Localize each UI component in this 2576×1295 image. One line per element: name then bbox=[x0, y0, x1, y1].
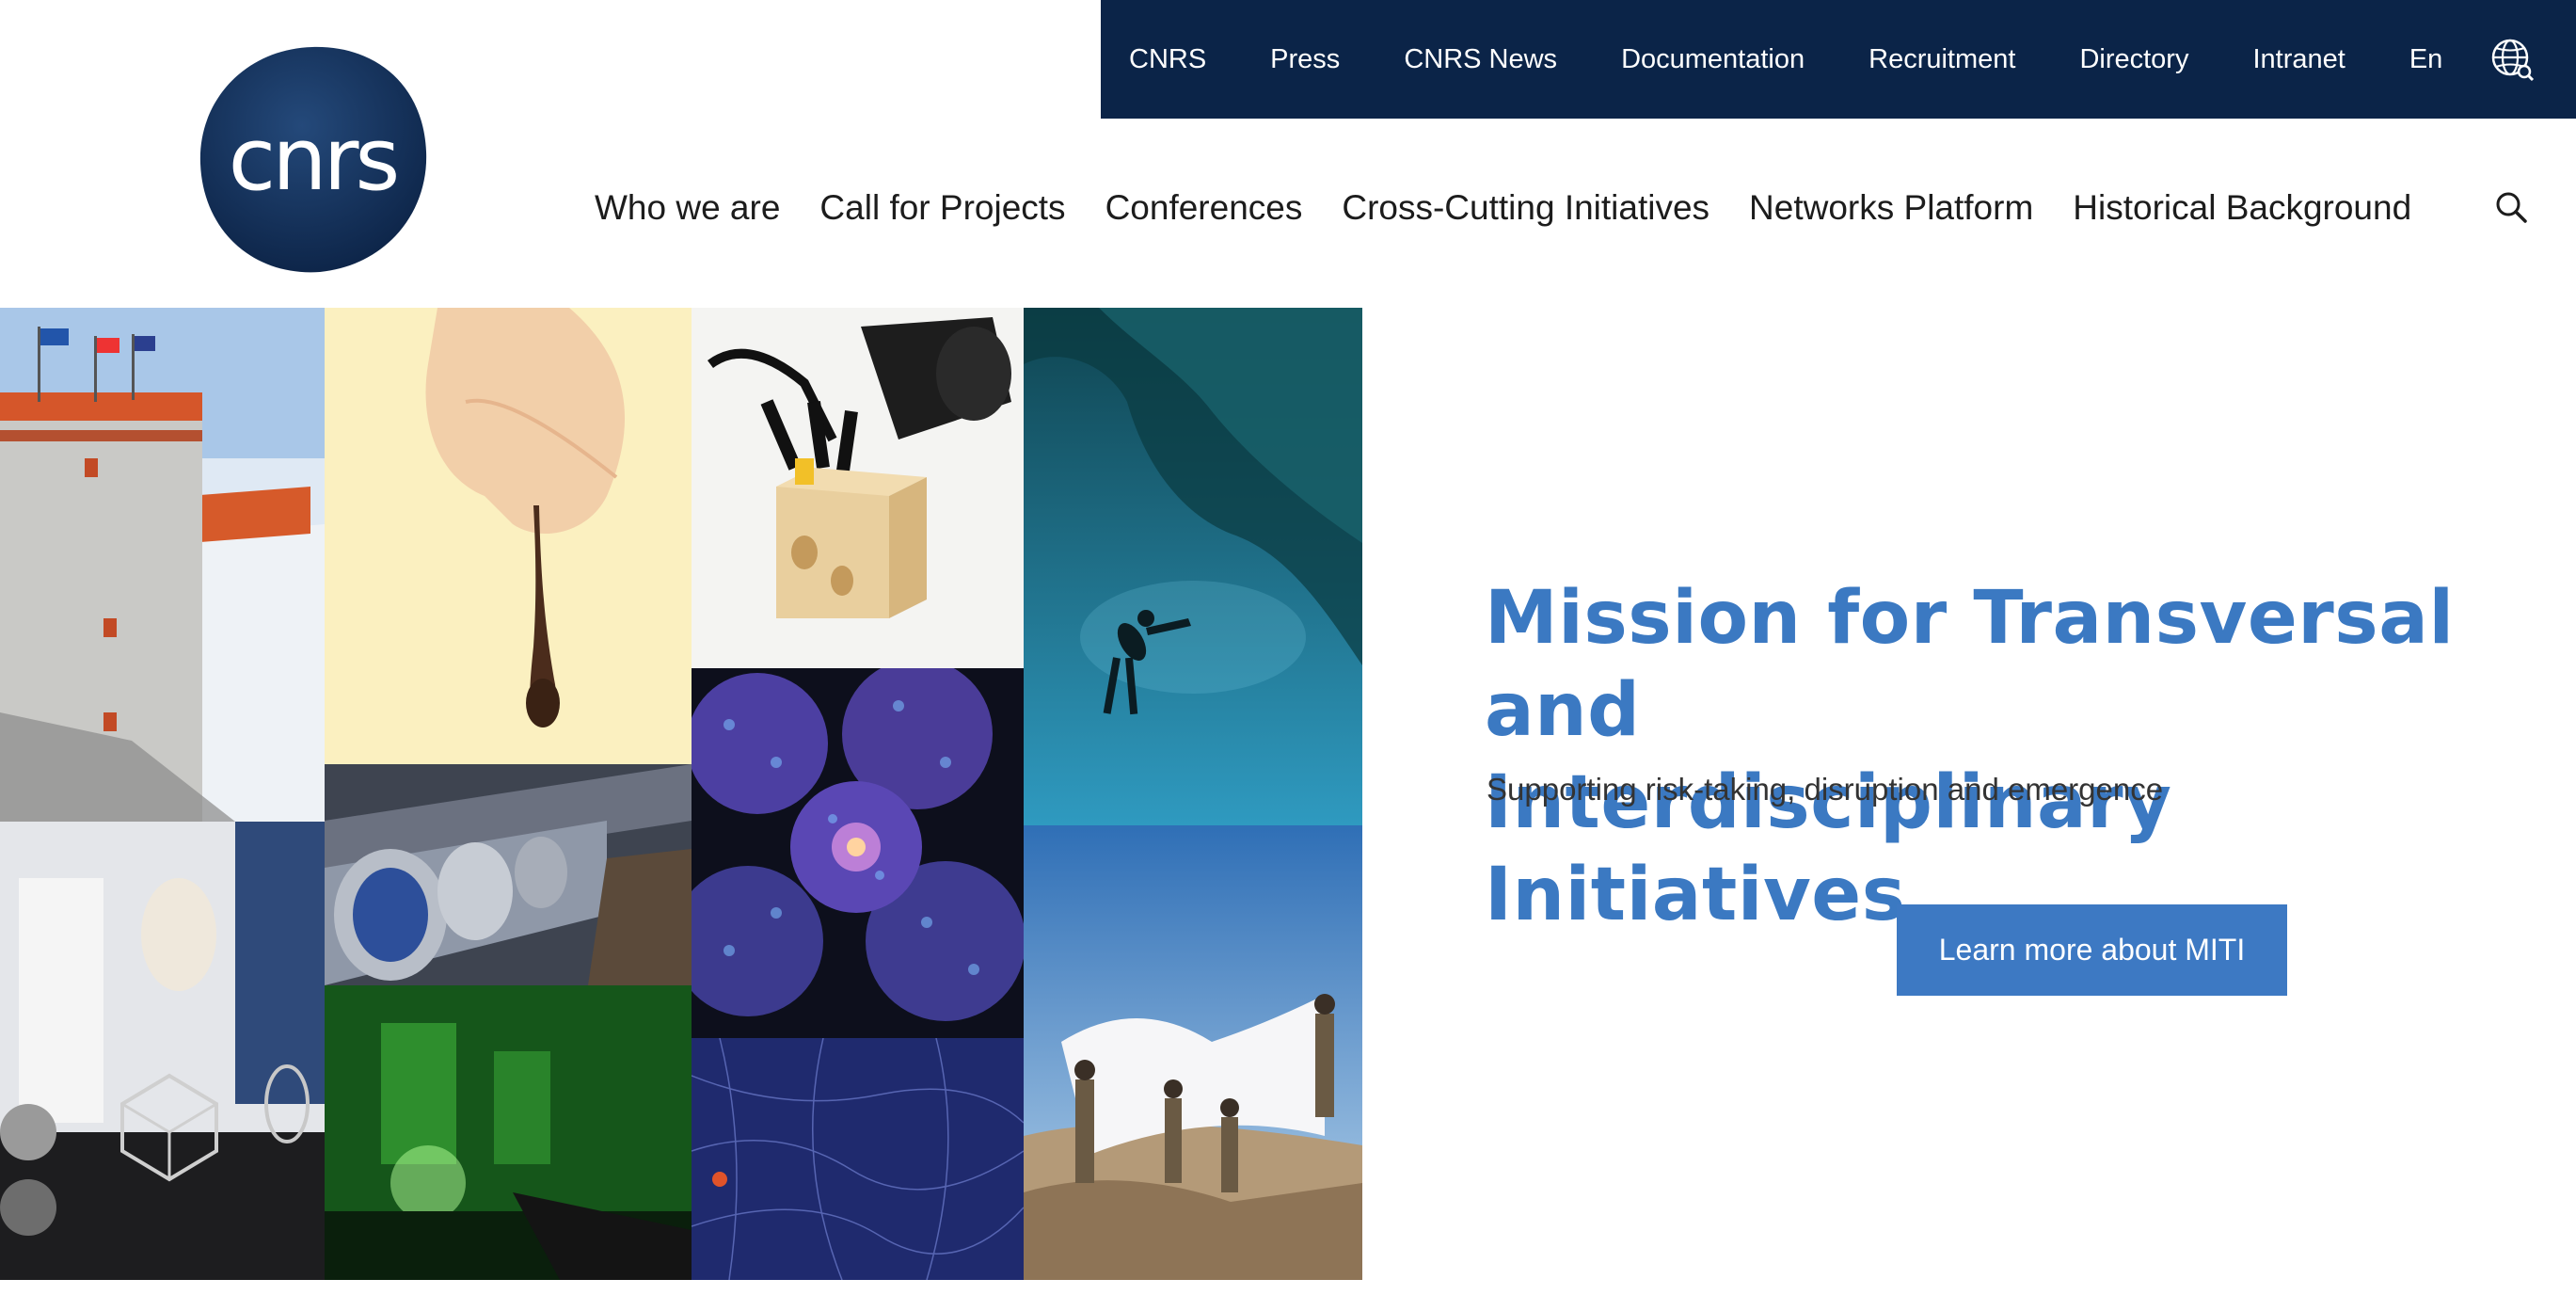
topbar-link-directory[interactable]: Directory bbox=[2079, 44, 2188, 75]
archaeology-team-photo bbox=[1024, 825, 1362, 1280]
topbar-link-cnrs[interactable]: CNRS bbox=[1129, 44, 1206, 75]
nav-conferences[interactable]: Conferences bbox=[1105, 188, 1303, 228]
topbar-link-language[interactable]: En bbox=[2409, 44, 2442, 75]
hero-title: Mission for Transversal and Interdiscipl… bbox=[1485, 572, 2538, 941]
antarctic-station-photo bbox=[0, 308, 325, 822]
topbar-link-recruitment[interactable]: Recruitment bbox=[1868, 44, 2015, 75]
neural-network-photo bbox=[692, 1038, 1024, 1280]
ice-diver-photo bbox=[1024, 308, 1362, 825]
learn-more-button[interactable]: Learn more about MITI bbox=[1897, 904, 2287, 996]
main-nav: Who we are Call for Projects Conferences… bbox=[595, 184, 2411, 232]
robot-hand-photo bbox=[692, 308, 1024, 668]
nav-call-for-projects[interactable]: Call for Projects bbox=[819, 188, 1065, 228]
cnrs-logo[interactable]: cnrs bbox=[198, 43, 428, 274]
green-laser-lab-photo bbox=[325, 985, 692, 1280]
top-utility-bar: CNRS Press CNRS News Documentation Recru… bbox=[1101, 0, 2576, 119]
logo-text: cnrs bbox=[229, 109, 397, 210]
hero-subtitle: Supporting risk-taking, disruption and e… bbox=[1487, 772, 2164, 807]
nav-historical-background[interactable]: Historical Background bbox=[2073, 188, 2411, 228]
topbar-link-press[interactable]: Press bbox=[1270, 44, 1340, 75]
topbar-link-documentation[interactable]: Documentation bbox=[1621, 44, 1805, 75]
globe-icon[interactable] bbox=[2489, 37, 2535, 82]
page: CNRS Press CNRS News Documentation Recru… bbox=[0, 0, 2576, 1295]
nav-who-we-are[interactable]: Who we are bbox=[595, 188, 780, 228]
particle-accelerator-photo bbox=[325, 764, 692, 985]
image-mosaic bbox=[0, 308, 1362, 1280]
hero-title-line-1: Mission for Transversal and bbox=[1485, 576, 2455, 753]
honey-drop-photo bbox=[325, 308, 692, 764]
lab-3d-lattice-photo bbox=[0, 822, 325, 1280]
cell-microscopy-photo bbox=[692, 668, 1024, 1038]
topbar-link-cnrs-news[interactable]: CNRS News bbox=[1404, 44, 1557, 75]
search-icon[interactable] bbox=[2493, 189, 2529, 225]
topbar-link-intranet[interactable]: Intranet bbox=[2252, 44, 2345, 75]
nav-networks-platform[interactable]: Networks Platform bbox=[1749, 188, 2033, 228]
nav-cross-cutting-initiatives[interactable]: Cross-Cutting Initiatives bbox=[1342, 188, 1709, 228]
